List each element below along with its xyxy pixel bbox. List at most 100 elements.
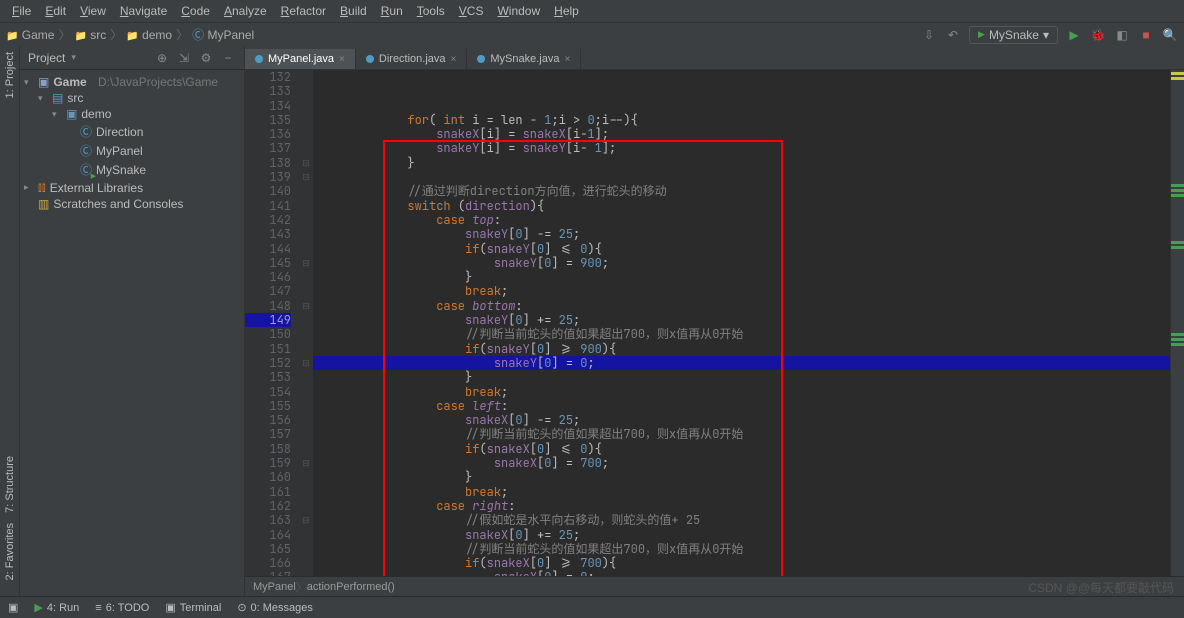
run-icon[interactable]: ▶ [1066, 27, 1082, 43]
crumb-src[interactable]: src [74, 28, 106, 42]
editor-breadcrumb[interactable]: MyPanel 〉 actionPerformed() [245, 576, 1184, 596]
close-icon[interactable]: × [564, 54, 570, 65]
code-line[interactable]: } [313, 156, 1170, 170]
menu-tools[interactable]: Tools [411, 2, 451, 20]
code-line[interactable]: snakeX[i] = snakeX[i-1]; [313, 127, 1170, 141]
close-icon[interactable]: × [339, 54, 345, 65]
code-line[interactable]: //判断当前蛇头的值如果超出700，则x值再从0开始 [313, 427, 1170, 441]
toolwindow-toggle-icon[interactable]: ▣ [8, 601, 18, 614]
run-config-selector[interactable]: MySnake ▾ [969, 26, 1058, 44]
code-editor[interactable]: for( int i = len - 1;i > 0;i--){ snakeX[… [313, 70, 1170, 576]
side-tab-favorites[interactable]: 2: Favorites [4, 523, 16, 580]
class-icon [366, 55, 374, 63]
editor-crumb-item[interactable]: actionPerformed() [307, 581, 395, 593]
navigation-bar: Game〉 src〉 demo〉Ⓒ MyPanel ⇩ ↶ MySnake ▾ … [0, 22, 1184, 46]
menu-run[interactable]: Run [375, 2, 409, 20]
menu-code[interactable]: Code [175, 2, 216, 20]
code-line[interactable]: if(snakeY[0] <= 0){ [313, 242, 1170, 256]
code-line[interactable]: snakeY[i] = snakeY[i- 1]; [313, 141, 1170, 155]
menu-refactor[interactable]: Refactor [275, 2, 332, 20]
side-tab-structure[interactable]: 7: Structure [4, 456, 16, 513]
code-line[interactable]: //判断当前蛇头的值如果超出700，则x值再从0开始 [313, 542, 1170, 556]
tree-src[interactable]: ▾▤ src [24, 90, 240, 106]
side-tab-project[interactable]: 1: Project [4, 52, 16, 98]
gear-icon[interactable]: ⚙ [198, 50, 214, 66]
crumb-game[interactable]: Game [6, 28, 54, 42]
code-line[interactable]: case top: [313, 213, 1170, 227]
code-line[interactable]: switch (direction){ [313, 199, 1170, 213]
chevron-down-icon[interactable]: ▾ [71, 52, 76, 63]
code-line[interactable]: snakeX[0] -= 25; [313, 413, 1170, 427]
debug-icon[interactable]: 🐞 [1090, 27, 1106, 43]
back-icon[interactable]: ↶ [945, 27, 961, 43]
code-line[interactable]: if(snakeY[0] >= 900){ [313, 342, 1170, 356]
code-line[interactable]: if(snakeX[0] >= 700){ [313, 556, 1170, 570]
tab-mysnake-java[interactable]: MySnake.java× [467, 49, 581, 69]
target-icon[interactable]: ⊕ [154, 50, 170, 66]
crumb-demo[interactable]: demo [126, 28, 172, 42]
status-todo[interactable]: ≡ 6: TODO [95, 602, 149, 614]
code-line[interactable]: snakeY[0] -= 25; [313, 227, 1170, 241]
tree-ext-libs[interactable]: ▸⫾⫾ External Libraries [24, 179, 240, 196]
chevron-down-icon: ▾ [1043, 28, 1049, 42]
collapse-icon[interactable]: ⇲ [176, 50, 192, 66]
tree-class-mysnake[interactable]: Ⓒ▶ MySnake [24, 160, 240, 179]
tree-class-direction[interactable]: Ⓒ Direction [24, 122, 240, 141]
crumb-mypanel[interactable]: Ⓒ MyPanel [192, 26, 254, 43]
code-line[interactable]: } [313, 270, 1170, 284]
code-line[interactable]: for( int i = len - 1;i > 0;i--){ [313, 113, 1170, 127]
status-messages[interactable]: ⊙ 0: Messages [237, 601, 313, 614]
fold-gutter[interactable]: ⊟⊟⊟⊟⊟⊟⊟ [299, 70, 313, 576]
stop-icon[interactable]: ■ [1138, 27, 1154, 43]
tab-direction-java[interactable]: Direction.java× [356, 49, 467, 69]
error-stripe[interactable] [1170, 70, 1184, 576]
code-line[interactable]: case left: [313, 399, 1170, 413]
coverage-icon[interactable]: ◧ [1114, 27, 1130, 43]
search-icon[interactable]: 🔍 [1162, 27, 1178, 43]
code-line[interactable]: snakeY[0] = 900; [313, 256, 1170, 270]
status-run[interactable]: ▶ 4: Run [34, 601, 79, 614]
code-line[interactable]: //假如蛇是水平向右移动，则蛇头的值+ 25 [313, 513, 1170, 527]
code-line[interactable]: case right: [313, 499, 1170, 513]
tab-mypanel-java[interactable]: MyPanel.java× [245, 49, 356, 69]
build-icon[interactable]: ⇩ [921, 27, 937, 43]
menu-navigate[interactable]: Navigate [114, 2, 173, 20]
close-icon[interactable]: × [451, 54, 457, 65]
status-bar: ▣ ▶ 4: Run ≡ 6: TODO ▣ Terminal ⊙ 0: Mes… [0, 596, 1184, 618]
code-line[interactable]: break; [313, 385, 1170, 399]
class-icon [255, 55, 263, 63]
code-line[interactable]: //判断当前蛇头的值如果超出700，则x值再从0开始 [313, 327, 1170, 341]
status-terminal[interactable]: ▣ Terminal [165, 601, 221, 614]
run-config-label: MySnake [989, 28, 1039, 42]
code-line[interactable] [313, 170, 1170, 184]
tree-class-mypanel[interactable]: Ⓒ MyPanel [24, 141, 240, 160]
code-line[interactable]: snakeY[0] += 25; [313, 313, 1170, 327]
menu-window[interactable]: Window [491, 2, 546, 20]
menu-help[interactable]: Help [548, 2, 585, 20]
menu-analyze[interactable]: Analyze [218, 2, 273, 20]
tree-package[interactable]: ▾▣ demo [24, 106, 240, 122]
hide-icon[interactable]: − [220, 50, 236, 66]
tree-root[interactable]: ▾▣ Game D:\JavaProjects\Game [24, 74, 240, 90]
code-line[interactable]: snakeX[0] = 0; [313, 570, 1170, 576]
tree-scratches[interactable]: ▥ Scratches and Consoles [24, 196, 240, 212]
code-line[interactable]: case bottom: [313, 299, 1170, 313]
code-line[interactable]: } [313, 470, 1170, 484]
menu-edit[interactable]: Edit [39, 2, 72, 20]
code-line[interactable]: if(snakeX[0] <= 0){ [313, 442, 1170, 456]
menu-file[interactable]: File [6, 2, 37, 20]
code-line[interactable]: break; [313, 485, 1170, 499]
code-line[interactable]: snakeY[0] = 0; [313, 356, 1170, 370]
code-line[interactable]: //通过判断direction方向值，进行蛇头的移动 [313, 184, 1170, 198]
project-tree: ▾▣ Game D:\JavaProjects\Game ▾▤ src ▾▣ d… [20, 70, 244, 216]
code-line[interactable]: } [313, 370, 1170, 384]
menu-build[interactable]: Build [334, 2, 373, 20]
editor-crumb-item[interactable]: MyPanel [253, 581, 296, 593]
menu-view[interactable]: View [74, 2, 112, 20]
breadcrumb[interactable]: Game〉 src〉 demo〉Ⓒ MyPanel [6, 26, 254, 43]
code-line[interactable]: snakeX[0] = 700; [313, 456, 1170, 470]
code-line[interactable]: snakeX[0] += 25; [313, 528, 1170, 542]
code-line[interactable]: break; [313, 284, 1170, 298]
line-gutter[interactable]: 1321331341351361371381391401411421431441… [245, 70, 299, 576]
menu-vcs[interactable]: VCS [453, 2, 490, 20]
